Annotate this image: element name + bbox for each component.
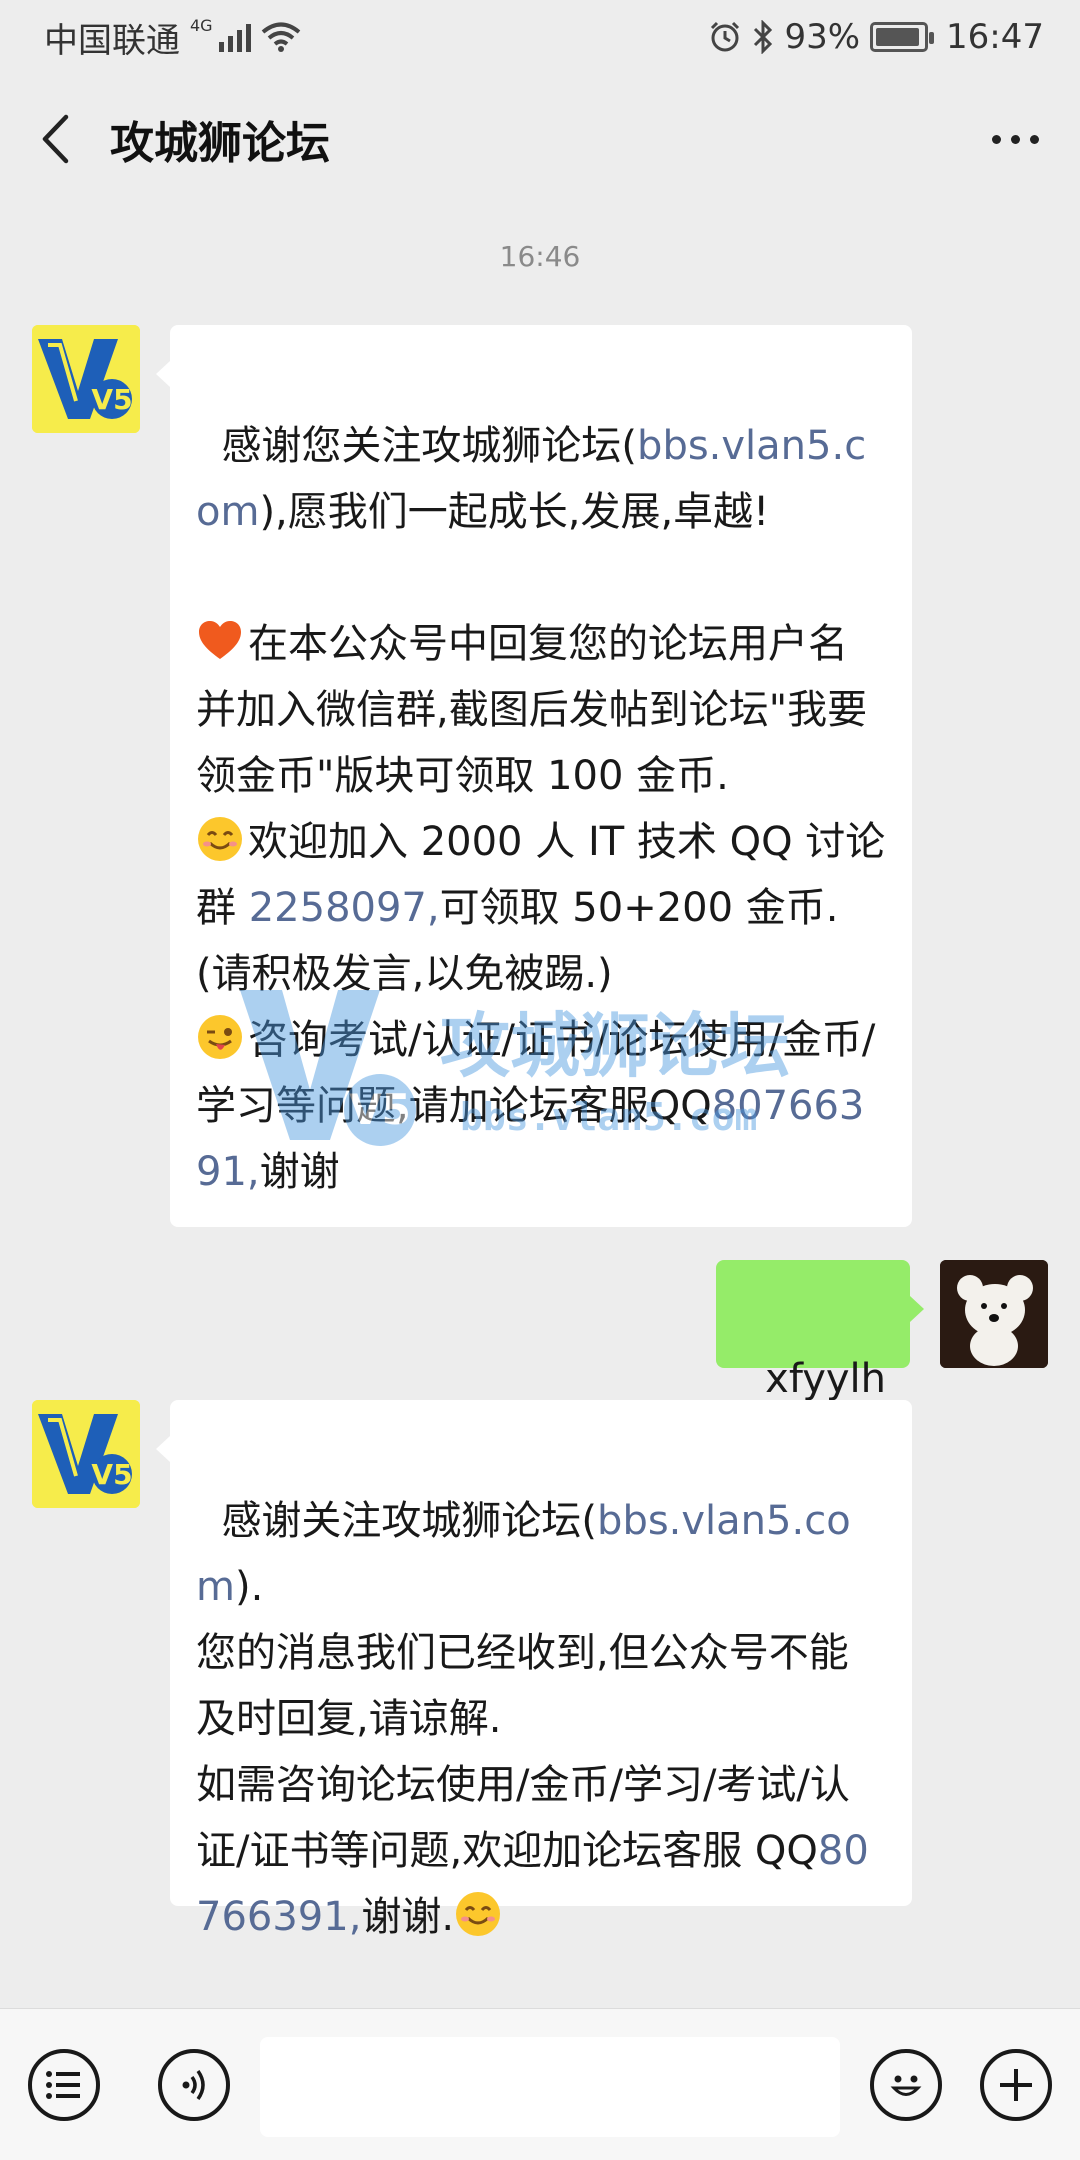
status-left: 中国联通 4G — [44, 13, 301, 62]
v5-logo-icon: V5 — [32, 1400, 140, 1508]
battery-icon — [870, 22, 935, 52]
clock: 16:47 — [946, 17, 1044, 57]
menu-button[interactable] — [28, 2049, 100, 2121]
emoji-button[interactable] — [870, 2049, 942, 2121]
avatar-logo-text: V5 — [91, 1458, 132, 1491]
more-button[interactable] — [950, 74, 1080, 204]
message-paragraph: 欢迎加入 2000 人 IT 技术 QQ 讨论群 2258097,可领取 50+… — [196, 817, 885, 997]
emoji-icon — [890, 2075, 922, 2096]
page-title: 攻城狮论坛 — [110, 118, 330, 169]
carrier-label: 中国联通 — [44, 20, 180, 61]
back-button[interactable] — [0, 74, 110, 204]
user-avatar[interactable] — [940, 1260, 1048, 1368]
chat-timestamp: 16:46 — [499, 240, 581, 273]
message-paragraph: 您的消息我们已经收到,但公众号不能及时回复,请谅解. — [196, 1630, 849, 1742]
message-text: 感谢关注攻城狮论坛(bbs.vlan5.com). — [196, 1498, 851, 1610]
v5-logo-icon: V5 — [32, 325, 140, 433]
smile-emoji-icon — [456, 1892, 501, 1936]
message-text: xfyylh — [765, 1356, 886, 1402]
wifi-icon — [261, 22, 300, 52]
message-paragraph: 在本公众号中回复您的论坛用户名并加入微信群,截图后发帖到论坛"我要领金币"版块可… — [196, 621, 867, 799]
list-menu-icon — [46, 2071, 80, 2099]
plus-icon — [1000, 2069, 1032, 2101]
nav-bar: 攻城狮论坛 — [0, 74, 1080, 204]
network-type-label: 4G — [190, 15, 213, 35]
message-bubble-1[interactable]: 感谢您关注攻城狮论坛(bbs.vlan5.com),愿我们一起成长,发展,卓越!… — [156, 325, 912, 1227]
more-dot-icon — [991, 134, 1001, 144]
account-avatar[interactable]: V5 — [32, 325, 140, 433]
message-bubble-3[interactable]: 感谢关注攻城狮论坛(bbs.vlan5.com). 您的消息我们已经收到,但公众… — [156, 1400, 912, 1940]
bear-avatar-icon — [940, 1260, 1048, 1368]
signal-icon — [218, 22, 251, 52]
bluetooth-icon — [754, 20, 773, 54]
alarm-icon — [711, 21, 740, 52]
add-button[interactable] — [980, 2049, 1052, 2121]
status-right: 93% 16:47 — [708, 17, 1044, 57]
heart-emoji-icon — [199, 621, 241, 659]
message-link[interactable]: 2258097, — [249, 885, 440, 931]
battery-fill — [876, 28, 919, 46]
avatar-logo-text: V5 — [91, 383, 132, 416]
battery-percent: 93% — [784, 17, 861, 57]
input-bar — [0, 2008, 1080, 2160]
status-bar: 中国联通 4G 93% 16:47 — [0, 0, 1080, 74]
account-avatar[interactable]: V5 — [32, 1400, 140, 1508]
voice-icon — [182, 2069, 205, 2101]
more-dot-icon — [1029, 134, 1039, 144]
message-bubble-2[interactable]: xfyylh — [715, 1260, 925, 1402]
smile-emoji-icon — [198, 817, 242, 861]
back-arrow-icon — [42, 114, 69, 164]
message-paragraph: 咨询考试/认证/证书/论坛使用/金币/学习等问题,请加论坛客服QQ8076639… — [196, 1015, 875, 1195]
message-paragraph: 如需咨询论坛使用/金币/学习/考试/认证/证书等问题,欢迎加论坛客服 QQ807… — [196, 1762, 869, 1940]
wink-tongue-emoji-icon — [198, 1015, 242, 1059]
message-input[interactable] — [260, 2037, 840, 2137]
message-text: 感谢您关注攻城狮论坛(bbs.vlan5.com),愿我们一起成长,发展,卓越! — [196, 423, 867, 535]
voice-button[interactable] — [158, 2049, 230, 2121]
more-dot-icon — [1010, 134, 1020, 144]
